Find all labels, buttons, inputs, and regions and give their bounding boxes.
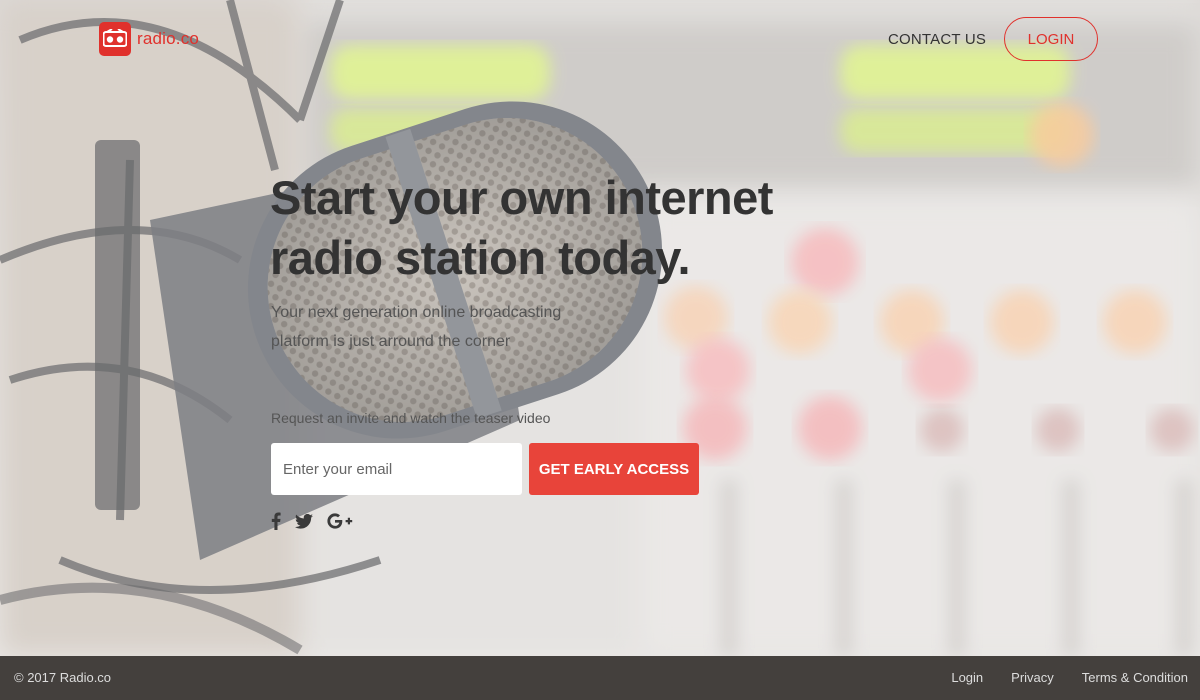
invite-text: Request an invite and watch the teaser v… — [271, 410, 551, 426]
footer-privacy-link[interactable]: Privacy — [1011, 670, 1054, 685]
login-button[interactable]: LOGIN — [1004, 17, 1098, 61]
hero-overlay — [0, 0, 1200, 656]
twitter-icon[interactable] — [295, 510, 313, 532]
hero-headline: Start your own internet radio station to… — [270, 171, 773, 284]
radio-icon — [99, 22, 131, 56]
copyright-text: © 2017 Radio.co — [14, 670, 112, 685]
google-plus-icon[interactable] — [327, 510, 353, 532]
hero-subheadline: Your next generation online broadcasting… — [271, 304, 562, 350]
footer-terms-link[interactable]: Terms & Condition — [1082, 670, 1188, 685]
landing-page: radio.co CONTACT US LOGIN Start your own… — [0, 0, 1200, 700]
facebook-icon[interactable] — [271, 510, 281, 532]
logo-text: radio.co — [137, 29, 200, 48]
social-links — [271, 510, 353, 532]
footer-login-link[interactable]: Login — [951, 670, 983, 685]
footer: © 2017 Radio.co Login Privacy Terms & Co… — [0, 656, 1200, 700]
logo[interactable]: radio.co — [99, 22, 199, 56]
footer-links: Login Privacy Terms & Condition — [951, 670, 1188, 685]
get-early-access-button[interactable]: GET EARLY ACCESS — [529, 443, 699, 495]
email-input[interactable] — [271, 443, 522, 495]
contact-us-link[interactable]: CONTACT US — [888, 31, 986, 48]
